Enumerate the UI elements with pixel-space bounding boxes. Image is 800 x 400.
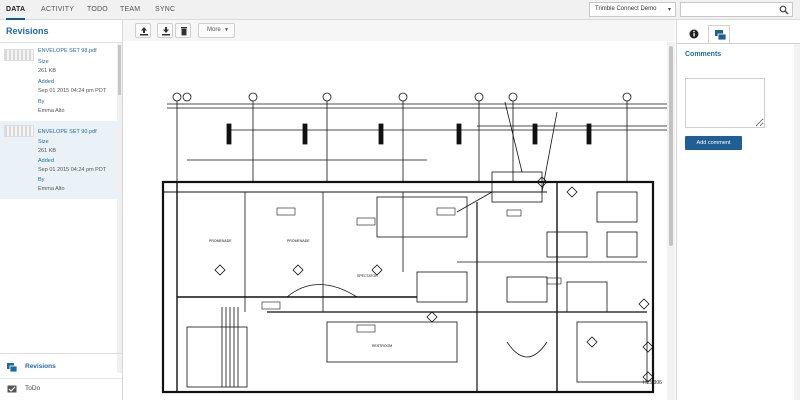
- revision-size-label: Size: [38, 139, 49, 145]
- revision-added: Sep 01 2015 04:24 pm PDT: [38, 88, 107, 94]
- revision-file-name[interactable]: ENVELOPE SET 90.pdf: [38, 129, 97, 135]
- left-nav-todo[interactable]: ToDo: [0, 378, 122, 400]
- revisions-scrollbar[interactable]: [117, 43, 122, 373]
- floor-plan-drawing[interactable]: PROMENADE PROMENADE SPECTATOR RESTROOM: [127, 42, 667, 400]
- tab-team[interactable]: TEAM: [120, 0, 140, 20]
- revision-size-label: Size: [38, 59, 49, 65]
- revision-added-label: Added: [38, 79, 54, 85]
- comments-scrollbar[interactable]: [794, 44, 800, 400]
- trash-icon: [181, 27, 187, 36]
- viewer-toolbar: More ▼: [123, 20, 675, 41]
- search-box[interactable]: [680, 2, 793, 17]
- divider: [0, 353, 122, 354]
- delete-button[interactable]: [175, 23, 191, 38]
- revision-by-label: By: [38, 177, 45, 183]
- info-icon: [689, 29, 699, 39]
- todo-icon: [7, 385, 17, 393]
- scrollbar-thumb[interactable]: [669, 46, 673, 246]
- upload-icon: [140, 27, 148, 36]
- project-selector-label: Trimble Connect Demo: [595, 6, 657, 12]
- add-comment-button[interactable]: Add comment: [685, 136, 742, 150]
- revision-thumbnail: [4, 49, 34, 61]
- tab-info[interactable]: [683, 25, 705, 43]
- layers-icon: [7, 363, 17, 372]
- comments-panel: Comments Add comment: [676, 20, 800, 400]
- more-button-label: More: [207, 27, 221, 33]
- app-window: DATA ACTIVITY TODO TEAM SYNC Trimble Con…: [0, 0, 800, 400]
- revisions-title: Revisions: [6, 26, 49, 36]
- room-label: RESTROOM: [372, 344, 392, 348]
- divider: [677, 43, 800, 44]
- tab-comments[interactable]: [708, 25, 730, 43]
- left-nav-todo-label: ToDo: [25, 385, 41, 392]
- comment-input[interactable]: [685, 78, 765, 128]
- left-nav-revisions[interactable]: Revisions: [0, 357, 122, 379]
- search-icon[interactable]: [779, 5, 789, 15]
- revision-by: Emma Alto: [38, 108, 65, 114]
- divider: [0, 42, 122, 43]
- download-button[interactable]: [157, 23, 173, 38]
- drawing-viewer[interactable]: PROMENADE PROMENADE SPECTATOR RESTROOM: [127, 42, 667, 400]
- room-label: PROMENADE: [287, 239, 310, 243]
- revision-added: Sep 01 2015 04:24 pm PDT: [38, 167, 107, 173]
- scrollbar-thumb[interactable]: [118, 45, 121, 95]
- download-icon: [162, 27, 170, 36]
- search-input[interactable]: [684, 4, 776, 15]
- revision-thumbnail: [4, 125, 34, 137]
- chevron-down-icon: ▾: [667, 7, 671, 13]
- left-nav-revisions-label: Revisions: [25, 363, 56, 370]
- chevron-down-icon: ▼: [224, 27, 229, 33]
- more-button[interactable]: More ▼: [198, 23, 235, 38]
- tab-sync[interactable]: SYNC: [155, 0, 175, 20]
- tab-data[interactable]: DATA: [6, 0, 26, 20]
- room-label: PROMENADE: [209, 239, 232, 243]
- revision-item[interactable]: ENVELOPE SET 98.pdf Size 261 KB Added Se…: [0, 45, 117, 123]
- tab-activity[interactable]: ACTIVITY: [41, 0, 74, 20]
- revision-by-label: By: [38, 99, 45, 105]
- viewer-scrollbar[interactable]: [667, 42, 675, 400]
- revision-size: 261 KB: [38, 68, 57, 74]
- revision-added-label: Added: [38, 158, 54, 164]
- comment-icon: [715, 30, 727, 41]
- tab-todo[interactable]: TODO: [87, 0, 108, 20]
- comments-title: Comments: [685, 51, 722, 58]
- top-nav-bar: DATA ACTIVITY TODO TEAM SYNC Trimble Con…: [0, 0, 800, 20]
- project-selector[interactable]: Trimble Connect Demo ▾: [589, 2, 676, 17]
- revision-by: Emma Alto: [38, 186, 65, 192]
- revision-file-name[interactable]: ENVELOPE SET 98.pdf: [38, 48, 97, 54]
- revisions-panel: Revisions ENVELOPE SET 98.pdf Size 261 K…: [0, 20, 123, 400]
- sheet-reference: H25.306: [643, 380, 662, 386]
- room-label: SPECTATOR: [357, 274, 378, 278]
- upload-button[interactable]: [135, 23, 151, 38]
- revision-size: 261 KB: [38, 148, 57, 154]
- revision-item[interactable]: ENVELOPE SET 90.pdf Size 261 KB Added Se…: [0, 121, 117, 199]
